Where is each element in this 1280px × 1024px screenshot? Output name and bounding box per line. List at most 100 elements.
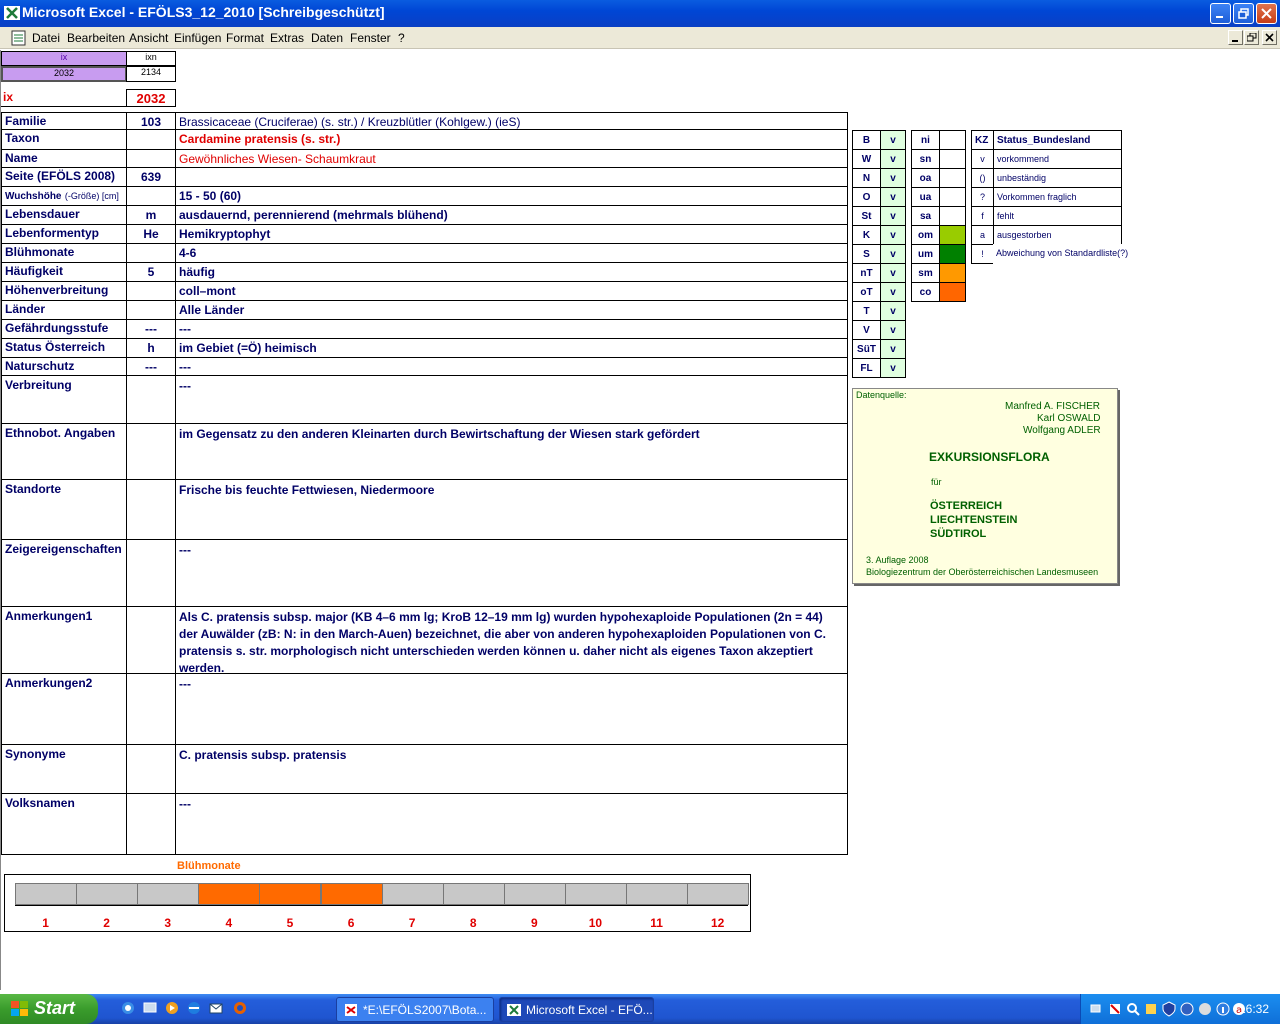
zone-code-ua[interactable]: ua: [911, 187, 940, 207]
close-button[interactable]: [1256, 3, 1277, 24]
row-label[interactable]: Lebensdauer: [1, 205, 127, 225]
big-row-code-cell[interactable]: [126, 539, 176, 607]
menu-fenster[interactable]: Fenster: [350, 31, 391, 45]
state-code-K[interactable]: K: [852, 225, 881, 245]
menu-ansicht[interactable]: Ansicht: [129, 31, 168, 45]
menu-extras[interactable]: Extras: [270, 31, 304, 45]
row-label[interactable]: Gefährdungsstufe: [1, 319, 127, 339]
state-status-T[interactable]: v: [880, 301, 906, 321]
menu-help[interactable]: ?: [398, 31, 405, 45]
menu-datei[interactable]: Datei: [32, 31, 60, 45]
state-status-St[interactable]: v: [880, 206, 906, 226]
big-row-label[interactable]: Anmerkungen2: [1, 673, 127, 745]
big-row-value-cell[interactable]: C. pratensis subsp. pratensis: [175, 744, 848, 794]
ix-value-cell[interactable]: 2032: [1, 66, 127, 82]
doc-minimize-button[interactable]: [1228, 30, 1243, 45]
state-code-oT[interactable]: oT: [852, 282, 881, 302]
big-row-label[interactable]: Volksnamen: [1, 793, 127, 855]
row-code-cell[interactable]: [126, 281, 176, 301]
menu-daten[interactable]: Daten: [311, 31, 343, 45]
row-code-cell[interactable]: [126, 149, 176, 168]
state-code-O[interactable]: O: [852, 187, 881, 207]
row-code-cell[interactable]: [126, 243, 176, 263]
zone-color-ua[interactable]: [939, 187, 966, 207]
row-code-cell[interactable]: 103: [126, 112, 176, 130]
zone-code-sa[interactable]: sa: [911, 206, 940, 226]
big-row-value-cell[interactable]: ---: [175, 673, 848, 745]
big-row-code-cell[interactable]: [126, 479, 176, 540]
desktop-icon[interactable]: [142, 1000, 158, 1016]
zone-color-sa[interactable]: [939, 206, 966, 226]
row-code-cell[interactable]: He: [126, 224, 176, 244]
zone-color-oa[interactable]: [939, 168, 966, 188]
state-code-V[interactable]: V: [852, 320, 881, 340]
row-code-cell[interactable]: h: [126, 338, 176, 358]
network-icon[interactable]: [1089, 1001, 1105, 1017]
state-code-SüT[interactable]: SüT: [852, 339, 881, 359]
state-status-K[interactable]: v: [880, 225, 906, 245]
row-label[interactable]: Länder: [1, 300, 127, 320]
search-icon[interactable]: [1125, 1001, 1141, 1017]
big-row-value-cell[interactable]: Als C. pratensis subsp. major (KB 4–6 mm…: [175, 606, 848, 674]
menu-bearbeiten[interactable]: Bearbeiten: [67, 31, 125, 45]
big-row-value-cell[interactable]: ---: [175, 375, 848, 424]
state-status-oT[interactable]: v: [880, 282, 906, 302]
big-row-code-cell[interactable]: [126, 744, 176, 794]
row-code-cell[interactable]: 5: [126, 262, 176, 282]
zone-code-om[interactable]: om: [911, 225, 940, 245]
row-code-cell[interactable]: ---: [126, 357, 176, 377]
state-code-nT[interactable]: nT: [852, 263, 881, 283]
big-row-label[interactable]: Ethnobot. Angaben: [1, 423, 127, 480]
state-status-FL[interactable]: v: [880, 358, 906, 378]
row-value-cell[interactable]: Cardamine pratensis (s. str.): [175, 129, 848, 150]
zone-code-um[interactable]: um: [911, 244, 940, 264]
row-code-cell[interactable]: ---: [126, 319, 176, 339]
big-row-value-cell[interactable]: ---: [175, 793, 848, 855]
state-status-N[interactable]: v: [880, 168, 906, 188]
minimize-button[interactable]: [1210, 3, 1231, 24]
row-value-cell[interactable]: im Gebiet (=Ö) heimisch: [175, 338, 848, 358]
workbook-icon[interactable]: [10, 29, 28, 47]
ie-icon[interactable]: [120, 1000, 136, 1016]
row-code-cell[interactable]: [126, 186, 176, 206]
state-code-T[interactable]: T: [852, 301, 881, 321]
info-icon[interactable]: [1215, 1001, 1231, 1017]
taskbar-item-excel[interactable]: Microsoft Excel - EFÖ...: [499, 997, 654, 1022]
taskbar-item-editor[interactable]: *E:\EFÖLS2007\Bota...: [336, 997, 494, 1022]
row-value-cell[interactable]: Gewöhnliches Wiesen- Schaumkraut: [175, 149, 848, 168]
zone-color-co[interactable]: [939, 282, 966, 302]
big-row-label[interactable]: Synonyme: [1, 744, 127, 794]
row-code-cell[interactable]: 639: [126, 167, 176, 187]
menu-einfuegen[interactable]: Einfügen: [174, 31, 221, 45]
zone-color-um[interactable]: [939, 244, 966, 264]
firefox-icon[interactable]: [232, 1000, 248, 1016]
row-label[interactable]: Wuchshöhe (-Größe) [cm]: [1, 186, 127, 206]
state-code-FL[interactable]: FL: [852, 358, 881, 378]
row-value-cell[interactable]: Hemikryptophyt: [175, 224, 848, 244]
ix-big-cell[interactable]: 2032: [126, 89, 176, 107]
big-row-label[interactable]: Verbreitung: [1, 375, 127, 424]
row-code-cell[interactable]: [126, 300, 176, 320]
zone-code-sm[interactable]: sm: [911, 263, 940, 283]
big-row-code-cell[interactable]: [126, 673, 176, 745]
row-label[interactable]: Familie: [1, 112, 127, 130]
zone-code-co[interactable]: co: [911, 282, 940, 302]
state-status-SüT[interactable]: v: [880, 339, 906, 359]
zone-color-sn[interactable]: [939, 149, 966, 169]
menu-format[interactable]: Format: [226, 31, 264, 45]
state-status-W[interactable]: v: [880, 149, 906, 169]
ixn-header-cell[interactable]: ixn: [126, 51, 176, 66]
row-value-cell[interactable]: 15 - 50 (60): [175, 186, 848, 206]
ix-header-cell[interactable]: ix: [1, 51, 127, 66]
row-label[interactable]: Seite (EFÖLS 2008): [1, 167, 127, 187]
outlook-icon[interactable]: [208, 1000, 224, 1016]
tools-icon[interactable]: [1143, 1001, 1159, 1017]
row-value-cell[interactable]: ---: [175, 319, 848, 339]
state-code-B[interactable]: B: [852, 130, 881, 150]
state-status-V[interactable]: v: [880, 320, 906, 340]
row-label[interactable]: Lebenformentyp: [1, 224, 127, 244]
row-code-cell[interactable]: [126, 129, 176, 150]
zone-color-ni[interactable]: [939, 130, 966, 150]
doc-restore-button[interactable]: [1244, 30, 1259, 45]
row-value-cell[interactable]: [175, 167, 848, 187]
